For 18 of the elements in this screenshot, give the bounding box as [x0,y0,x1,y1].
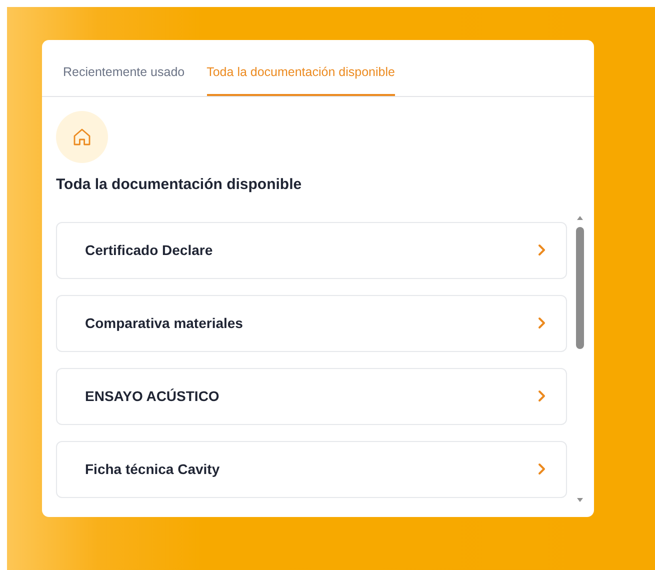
tab[interactable]: Recientemente usado [63,63,185,96]
document-title: Comparativa materiales [85,314,243,333]
document-item[interactable]: Certificado Declare [56,222,567,278]
document-item[interactable]: ENSAYO ACÚSTICO [56,368,567,424]
document-title: Certificado Declare [85,240,213,260]
chevron-right-icon [538,390,546,402]
chevron-right-icon [538,244,546,256]
document-title: Ficha técnica Cavity [85,460,220,479]
chevron-right-icon [538,463,546,475]
scroll-down-icon[interactable] [575,496,585,504]
home-icon [72,127,92,147]
document-item[interactable]: Comparativa materiales [56,294,567,352]
scroll-up-icon[interactable] [575,214,585,222]
document-title: ENSAYO ACÚSTICO [85,386,220,406]
section-heading: Toda la documentación disponible [56,175,303,195]
chevron-right-icon [538,317,546,329]
document-item[interactable]: Ficha técnica Cavity [56,440,567,498]
home-button[interactable] [56,111,108,163]
